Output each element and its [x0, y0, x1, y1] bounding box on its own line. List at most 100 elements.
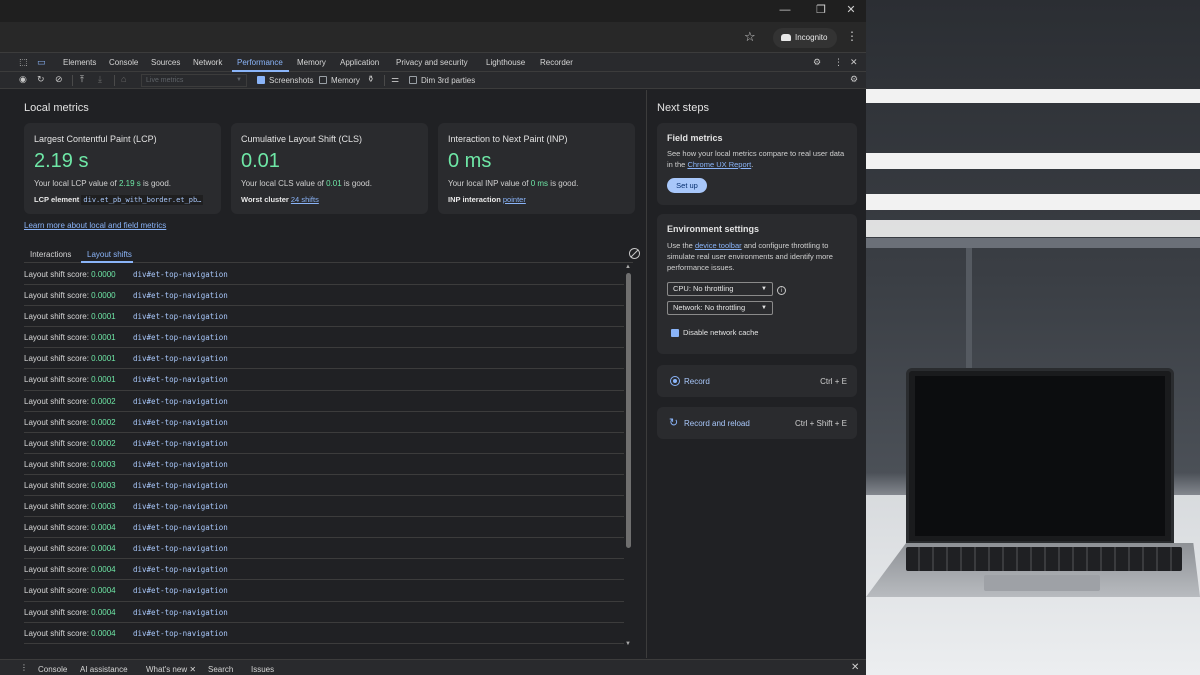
tab-memory[interactable]: Memory — [297, 58, 326, 67]
drawer-tab-console[interactable]: Console — [38, 665, 67, 674]
disable-cache-checkbox[interactable] — [671, 329, 679, 337]
tab-recorder[interactable]: Recorder — [540, 58, 573, 67]
list-scrollbar[interactable]: ▲ ▼ — [625, 264, 632, 650]
lcp-element-node[interactable]: div.et_pb_with_border.et_pb… — [81, 195, 204, 205]
tab-lighthouse[interactable]: Lighthouse — [486, 58, 525, 67]
worst-cluster-link[interactable]: 24 shifts — [291, 195, 319, 204]
tab-elements[interactable]: Elements — [63, 58, 96, 67]
tab-application[interactable]: Application — [340, 58, 379, 67]
drawer-menu-icon[interactable]: ⋮ — [20, 663, 28, 672]
clear-icon[interactable]: ⊘ — [55, 74, 63, 85]
shift-node-link[interactable]: div#et-top-navigation — [133, 439, 228, 448]
record-and-reload-button[interactable]: ↻ Record and reload Ctrl + Shift + E — [657, 407, 857, 439]
cpu-throttling-select[interactable]: CPU: No throttling ▼ — [667, 282, 773, 296]
shift-node-link[interactable]: div#et-top-navigation — [133, 375, 228, 384]
capture-settings-icon[interactable]: ⚌ — [391, 74, 399, 85]
trace-select[interactable]: Live metrics ▼ — [141, 74, 247, 87]
incognito-badge[interactable]: Incognito — [773, 28, 837, 48]
close-tab-icon[interactable]: ✕ — [189, 665, 196, 674]
home-icon[interactable]: ⌂ — [121, 74, 126, 84]
inspect-element-icon[interactable]: ⬚ — [19, 57, 28, 68]
shift-node-link[interactable]: div#et-top-navigation — [133, 333, 228, 342]
tab-layout-shifts[interactable]: Layout shifts — [87, 250, 132, 259]
garbage-collect-icon[interactable]: ⚱ — [367, 74, 375, 85]
layout-shift-row[interactable]: Layout shift score: 0.0004 div#et-top-nav… — [24, 559, 624, 581]
device-toolbar-icon[interactable]: ▭ — [37, 57, 46, 68]
tab-network[interactable]: Network — [193, 58, 222, 67]
layout-shift-row[interactable]: Layout shift score: 0.0001 div#et-top-nav… — [24, 327, 624, 349]
shift-node-link[interactable]: div#et-top-navigation — [133, 523, 228, 532]
layout-shift-row[interactable]: Layout shift score: 0.0002 div#et-top-nav… — [24, 412, 624, 433]
info-icon[interactable]: i — [777, 286, 786, 295]
record-button[interactable]: Record Ctrl + E — [657, 365, 857, 397]
settings-gear-icon[interactable]: ⚙ — [813, 57, 821, 68]
tab-interactions[interactable]: Interactions — [30, 250, 71, 259]
shift-node-link[interactable]: div#et-top-navigation — [133, 354, 228, 363]
layout-shift-row[interactable]: Layout shift score: 0.0000 div#et-top-nav… — [24, 264, 624, 286]
layout-shift-row[interactable]: Layout shift score: 0.0004 div#et-top-nav… — [24, 580, 624, 602]
shift-node-link[interactable]: div#et-top-navigation — [133, 586, 228, 595]
layout-shift-row[interactable]: Layout shift score: 0.0003 div#et-top-nav… — [24, 496, 624, 518]
drawer-tab-whats-new[interactable]: What's new ✕ — [146, 665, 196, 674]
shift-node-link[interactable]: div#et-top-navigation — [133, 502, 228, 511]
layout-shift-row[interactable]: Layout shift score: 0.0002 div#et-top-nav… — [24, 433, 624, 454]
memory-checkbox[interactable] — [319, 76, 327, 84]
layout-shift-row[interactable]: Layout shift score: 0.0003 div#et-top-nav… — [24, 475, 624, 497]
layout-shift-row[interactable]: Layout shift score: 0.0004 div#et-top-nav… — [24, 538, 624, 560]
minimize-button[interactable]: — — [776, 3, 794, 17]
layout-shift-row[interactable]: Layout shift score: 0.0000 div#et-top-nav… — [24, 285, 624, 307]
bookmark-star-icon[interactable]: ☆ — [744, 29, 756, 45]
upload-icon[interactable]: ⤒ — [80, 74, 84, 85]
drawer-tab-search[interactable]: Search — [208, 665, 233, 674]
close-drawer-icon[interactable]: ✕ — [851, 662, 859, 673]
performance-settings-icon[interactable]: ⚙ — [850, 74, 858, 85]
record-icon[interactable]: ◉ — [19, 74, 27, 85]
shift-node-link[interactable]: div#et-top-navigation — [133, 460, 228, 469]
restore-button[interactable]: ❐ — [812, 3, 830, 17]
scroll-up-arrow[interactable]: ▲ — [625, 264, 631, 270]
drawer-tab-ai-assistance[interactable]: AI assistance — [80, 665, 128, 674]
shift-node-link[interactable]: div#et-top-navigation — [133, 629, 228, 638]
tab-console[interactable]: Console — [109, 58, 138, 67]
tab-privacy-security[interactable]: Privacy and security — [396, 58, 468, 67]
close-window-button[interactable]: ✕ — [842, 3, 860, 17]
download-icon[interactable]: ⤓ — [98, 74, 102, 85]
layout-shift-row[interactable]: Layout shift score: 0.0002 div#et-top-nav… — [24, 391, 624, 412]
drawer-tab-issues[interactable]: Issues — [251, 665, 274, 674]
shift-node-link[interactable]: div#et-top-navigation — [133, 418, 228, 427]
close-devtools-icon[interactable]: ✕ — [850, 57, 858, 68]
layout-shift-row[interactable]: Layout shift score: 0.0004 div#et-top-nav… — [24, 517, 624, 539]
screenshots-checkbox[interactable] — [257, 76, 265, 84]
inp-interaction-link[interactable]: pointer — [503, 195, 526, 204]
shift-node-link[interactable]: div#et-top-navigation — [133, 544, 228, 553]
learn-more-link[interactable]: Learn more about local and field metrics — [24, 221, 166, 230]
browser-menu-icon[interactable]: ⋮ — [846, 29, 858, 43]
layout-shift-row[interactable]: Layout shift score: 0.0001 div#et-top-nav… — [24, 306, 624, 328]
layout-shift-row[interactable]: Layout shift score: 0.0001 div#et-top-nav… — [24, 369, 624, 391]
tab-performance[interactable]: Performance — [237, 58, 283, 67]
shift-node-link[interactable]: div#et-top-navigation — [133, 312, 228, 321]
dim-third-parties-checkbox[interactable] — [409, 76, 417, 84]
reload-record-icon[interactable]: ↻ — [37, 74, 45, 85]
set-up-button[interactable]: Set up — [667, 178, 707, 193]
tab-sources[interactable]: Sources — [151, 58, 180, 67]
scroll-thumb[interactable] — [626, 273, 631, 548]
devtools-menu-icon[interactable]: ⋮ — [834, 57, 843, 68]
shift-node-link[interactable]: div#et-top-navigation — [133, 397, 228, 406]
shift-node-link[interactable]: div#et-top-navigation — [133, 291, 228, 300]
shift-score-text: Layout shift score: 0.0004 — [24, 586, 116, 595]
layout-shift-row[interactable]: Layout shift score: 0.0004 div#et-top-nav… — [24, 602, 624, 623]
device-toolbar-link[interactable]: device toolbar — [695, 241, 742, 250]
scroll-down-arrow[interactable]: ▼ — [625, 641, 631, 647]
layout-shift-row[interactable]: Layout shift score: 0.0004 div#et-top-nav… — [24, 623, 624, 644]
shift-node-link[interactable]: div#et-top-navigation — [133, 608, 228, 617]
network-throttling-select[interactable]: Network: No throttling ▼ — [667, 301, 773, 315]
clear-list-icon[interactable] — [629, 248, 640, 259]
layout-shift-row[interactable]: Layout shift score: 0.0001 div#et-top-nav… — [24, 348, 624, 370]
shift-node-link[interactable]: div#et-top-navigation — [133, 270, 228, 279]
shift-node-link[interactable]: div#et-top-navigation — [133, 481, 228, 490]
layout-shift-row[interactable]: Layout shift score: 0.0003 div#et-top-nav… — [24, 454, 624, 475]
chrome-ux-report-link[interactable]: Chrome UX Report — [687, 160, 751, 169]
next-steps-title: Next steps — [657, 102, 709, 114]
shift-node-link[interactable]: div#et-top-navigation — [133, 565, 228, 574]
